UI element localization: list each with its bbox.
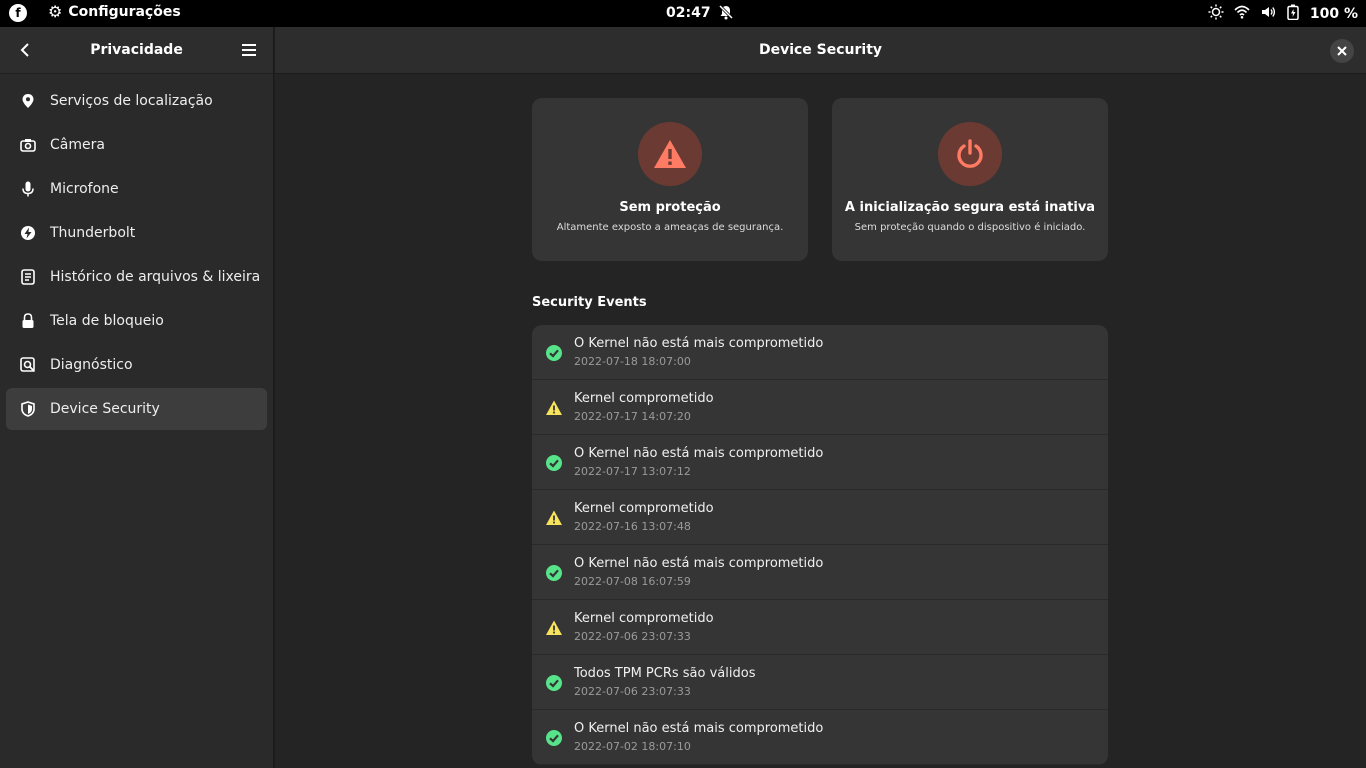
check-circle-icon [545,674,563,692]
sidebar-item-label: Device Security [50,401,160,417]
event-date: 2022-07-08 16:07:59 [574,575,691,588]
sidebar-item-camera[interactable]: Câmera [6,124,267,166]
event-text: Todos TPM PCRs são válidos 2022-07-06 23:… [574,666,755,698]
security-event-row[interactable]: Kernel comprometido 2022-07-06 23:07:33 [532,600,1108,655]
card-subtitle: Altamente exposto a ameaças de segurança… [556,222,784,233]
hamburger-menu-button[interactable] [237,38,261,62]
check-circle-icon [545,344,563,362]
sidebar-item-microphone[interactable]: Microfone [6,168,267,210]
sidebar-item-lock-screen[interactable]: Tela de bloqueio [6,300,267,342]
security-event-row[interactable]: O Kernel não está mais comprometido 2022-… [532,710,1108,765]
main-header: Device Security [275,27,1366,74]
sidebar-item-label: Thunderbolt [50,225,136,241]
event-title: Kernel comprometido [574,501,714,516]
secure-boot-card[interactable]: A inicialização segura está inativa Sem … [832,98,1108,261]
close-button[interactable] [1330,39,1354,63]
sidebar-item-file-history[interactable]: Histórico de arquivos & lixeira [6,256,267,298]
event-date: 2022-07-17 13:07:12 [574,465,691,478]
sidebar-item-label: Serviços de localização [50,93,213,109]
battery-percentage: 100 % [1309,6,1358,22]
security-event-row[interactable]: O Kernel não está mais comprometido 2022-… [532,435,1108,490]
event-text: Kernel comprometido 2022-07-17 14:07:20 [574,391,714,423]
sidebar: Privacidade Serviços de localização Câme… [0,27,274,768]
security-event-row[interactable]: Kernel comprometido 2022-07-16 13:07:48 [532,490,1108,545]
event-title: Kernel comprometido [574,391,714,406]
sidebar-item-location[interactable]: Serviços de localização [6,80,267,122]
back-button[interactable] [14,38,36,62]
event-title: O Kernel não está mais comprometido [574,446,824,461]
sidebar-item-device-security[interactable]: Device Security [6,388,267,430]
warning-icon [545,619,563,637]
sidebar-item-label: Câmera [50,137,105,153]
event-text: O Kernel não está mais comprometido 2022-… [574,336,823,368]
security-event-row[interactable]: O Kernel não está mais comprometido 2022-… [532,545,1108,600]
file-history-icon [20,269,36,285]
event-text: O Kernel não está mais comprometido 2022-… [574,556,823,588]
event-text: O Kernel não está mais comprometido 2022-… [574,446,823,478]
sidebar-header: Privacidade [0,27,273,74]
security-events-heading: Security Events [532,295,647,310]
sidebar-item-label: Microfone [50,181,119,197]
card-title: A inicialização segura está inativa [844,200,1096,215]
wifi-icon [1234,4,1250,24]
event-date: 2022-07-06 23:07:33 [574,630,691,643]
microphone-icon [20,181,36,197]
clock[interactable]: 02:47 [666,5,711,21]
battery-icon [1286,4,1300,24]
event-date: 2022-07-06 23:07:33 [574,685,691,698]
main-panel: Device Security Sem proteção Altamente e… [275,27,1366,768]
sidebar-item-label: Tela de bloqueio [50,313,164,329]
sidebar-title: Privacidade [90,42,183,58]
check-circle-icon [545,454,563,472]
event-title: O Kernel não está mais comprometido [574,721,824,736]
security-event-row[interactable]: Todos TPM PCRs são válidos 2022-07-06 23:… [532,655,1108,710]
security-events-list: O Kernel não está mais comprometido 2022-… [532,325,1108,765]
activities-icon[interactable]: f [9,4,27,22]
event-title: O Kernel não está mais comprometido [574,336,824,351]
shield-icon [20,401,36,417]
sidebar-item-label: Histórico de arquivos & lixeira [50,269,261,285]
event-date: 2022-07-02 18:07:10 [574,740,691,753]
event-title: Todos TPM PCRs são válidos [574,666,756,681]
sidebar-item-label: Diagnóstico [50,357,133,373]
sidebar-list: Serviços de localização Câmera Microfone… [0,74,273,430]
app-name: Configurações [68,4,181,20]
diagnostics-icon [20,357,36,373]
event-title: O Kernel não está mais comprometido [574,556,824,571]
brightness-icon [1208,4,1224,24]
app-menu[interactable]: ⚙ Configurações [48,2,181,21]
event-text: O Kernel não está mais comprometido 2022-… [574,721,823,753]
location-icon [20,93,36,109]
check-circle-icon [545,729,563,747]
event-text: Kernel comprometido 2022-07-16 13:07:48 [574,501,714,533]
lock-icon [20,313,36,329]
top-bar: f ⚙ Configurações 02:47 100 % [0,0,1366,27]
security-status-cards: Sem proteção Altamente exposto a ameaças… [532,98,1108,261]
protection-status-card[interactable]: Sem proteção Altamente exposto a ameaças… [532,98,808,261]
system-tray[interactable]: 100 % [1208,4,1358,24]
warning-icon [638,122,702,186]
volume-icon [1260,4,1276,24]
notifications-off-icon[interactable] [718,4,734,24]
camera-icon [20,137,36,153]
thunderbolt-icon [20,225,36,241]
check-circle-icon [545,564,563,582]
security-event-row[interactable]: Kernel comprometido 2022-07-17 14:07:20 [532,380,1108,435]
warning-icon [545,509,563,527]
event-text: Kernel comprometido 2022-07-06 23:07:33 [574,611,714,643]
page-title: Device Security [758,42,883,58]
card-subtitle: Sem proteção quando o dispositivo é inic… [854,222,1086,233]
sidebar-item-thunderbolt[interactable]: Thunderbolt [6,212,267,254]
event-title: Kernel comprometido [574,611,714,626]
gear-icon: ⚙ [48,2,63,21]
security-event-row[interactable]: O Kernel não está mais comprometido 2022-… [532,325,1108,380]
warning-icon [545,399,563,417]
event-date: 2022-07-17 14:07:20 [574,410,691,423]
sidebar-item-diagnostics[interactable]: Diagnóstico [6,344,267,386]
event-date: 2022-07-18 18:07:00 [574,355,691,368]
event-date: 2022-07-16 13:07:48 [574,520,691,533]
power-icon [938,122,1002,186]
card-title: Sem proteção [619,200,721,215]
close-icon [1337,46,1347,56]
